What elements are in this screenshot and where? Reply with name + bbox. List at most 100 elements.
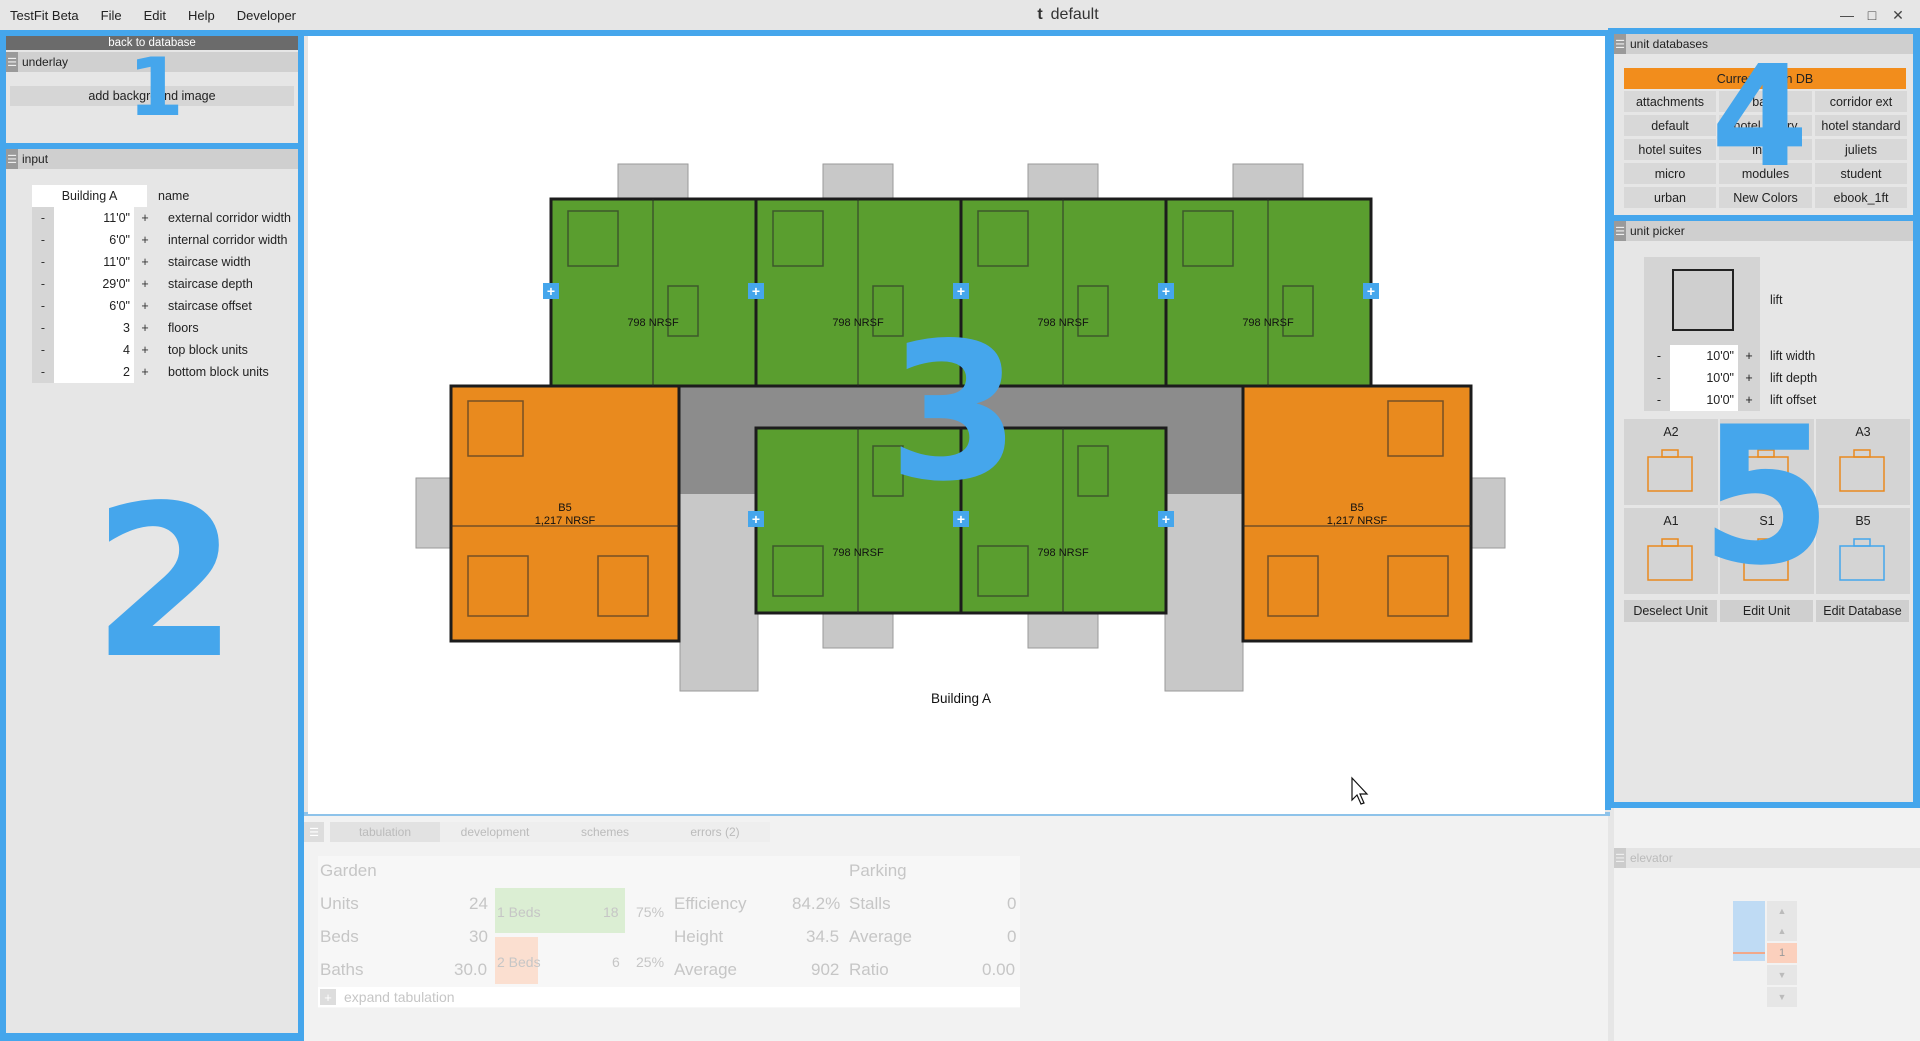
menu-edit[interactable]: Edit	[144, 8, 166, 23]
decrement-button[interactable]: -	[32, 295, 54, 317]
input-row: -11'0" + staircase width	[32, 251, 251, 273]
field-label: staircase depth	[168, 277, 253, 291]
bottom-floor-icon[interactable]: ▼	[1767, 987, 1797, 1007]
decrement-button[interactable]: -	[1648, 371, 1670, 385]
tab-schemes[interactable]: schemes	[550, 822, 660, 842]
unit-picker-title: unit picker	[1630, 224, 1685, 238]
beds-value: 30	[469, 927, 488, 946]
increment-button[interactable]: +	[1738, 349, 1760, 363]
one-bed-percent: 75%	[636, 904, 665, 920]
svg-text:+: +	[752, 283, 760, 299]
value-field[interactable]: 10'0"	[1670, 345, 1738, 367]
svg-text:+: +	[1162, 511, 1170, 527]
menu-developer[interactable]: Developer	[237, 8, 296, 23]
collapse-icon[interactable]: ☰	[1614, 848, 1626, 868]
decrement-button[interactable]: -	[32, 207, 54, 229]
underlay-title: underlay	[22, 55, 69, 69]
db-button[interactable]: urban	[1624, 187, 1716, 208]
overlay-number-2: 2	[92, 460, 239, 705]
elevator-title: elevator	[1630, 851, 1673, 865]
name-input[interactable]: Building A	[32, 185, 147, 207]
decrement-button[interactable]: -	[1648, 393, 1670, 407]
db-button[interactable]: juliets	[1815, 139, 1907, 160]
value-field[interactable]: 29'0"	[54, 273, 134, 295]
menu-file[interactable]: File	[101, 8, 122, 23]
tab-development[interactable]: development	[440, 822, 550, 842]
value-field[interactable]: 3	[54, 317, 134, 339]
lift-row: -10'0" + lift width	[1648, 345, 1815, 367]
collapse-icon[interactable]: ☰	[6, 149, 18, 169]
increment-button[interactable]: +	[134, 339, 156, 361]
garden-heading: Garden	[320, 861, 377, 880]
increment-button[interactable]: +	[134, 251, 156, 273]
svg-text:+: +	[957, 283, 965, 299]
top-floor-icon[interactable]: ▲	[1767, 901, 1797, 921]
close-icon[interactable]: ✕	[1887, 4, 1909, 26]
db-button[interactable]: attachments	[1624, 91, 1716, 112]
two-bed-percent: 25%	[636, 954, 665, 970]
db-button[interactable]: corridor ext	[1815, 91, 1907, 112]
stalls-value: 0	[1007, 894, 1017, 913]
window-title: t default	[298, 0, 1838, 30]
maximize-icon[interactable]: □	[1861, 4, 1883, 26]
value-field[interactable]: 11'0"	[54, 207, 134, 229]
expand-tabulation-label: expand tabulation	[344, 989, 455, 1005]
increment-button[interactable]: +	[134, 273, 156, 295]
decrement-button[interactable]: -	[1648, 349, 1670, 363]
floor-marker	[1733, 952, 1765, 954]
collapse-icon[interactable]: ☰	[1614, 34, 1626, 54]
db-button[interactable]: student	[1815, 163, 1907, 184]
increment-button[interactable]: +	[134, 317, 156, 339]
decrement-button[interactable]: -	[32, 229, 54, 251]
increment-button[interactable]: +	[134, 207, 156, 229]
balcony	[1470, 477, 1506, 549]
tab-tabulation[interactable]: tabulation	[330, 822, 440, 842]
db-button[interactable]: ebook_1ft	[1815, 187, 1907, 208]
elevator-header: ☰ elevator	[1614, 848, 1920, 868]
unit-thumbnail-icon	[1839, 449, 1885, 492]
expand-tabulation-button[interactable]: + expand tabulation	[318, 987, 1020, 1007]
increment-button[interactable]: +	[134, 229, 156, 251]
value-field[interactable]: 11'0"	[54, 251, 134, 273]
db-button[interactable]: micro	[1624, 163, 1716, 184]
minimize-icon[interactable]: —	[1836, 4, 1858, 26]
input-row: -3 + floors	[32, 317, 199, 339]
menu-help[interactable]: Help	[188, 8, 215, 23]
decrement-button[interactable]: -	[32, 339, 54, 361]
db-button[interactable]: hotel suites	[1624, 139, 1716, 160]
decrement-button[interactable]: -	[32, 251, 54, 273]
decrement-button[interactable]: -	[32, 273, 54, 295]
staircase	[679, 490, 759, 692]
increment-button[interactable]: +	[1738, 371, 1760, 385]
decrement-button[interactable]: -	[32, 317, 54, 339]
db-button[interactable]: hotel standard	[1815, 115, 1907, 136]
increment-button[interactable]: +	[134, 295, 156, 317]
value-field[interactable]: 4	[54, 339, 134, 361]
collapse-icon[interactable]: ☰	[6, 52, 18, 72]
balcony	[822, 613, 894, 649]
floor-down-icon[interactable]: ▼	[1767, 965, 1797, 985]
value-field[interactable]: 2	[54, 361, 134, 383]
current-floor[interactable]: 1	[1767, 943, 1797, 963]
unit-picker-header: ☰ unit picker	[1614, 221, 1913, 241]
floor-up-icon[interactable]: ▲	[1767, 921, 1797, 941]
average-value: 902	[811, 960, 840, 979]
svg-text:+: +	[547, 283, 555, 299]
collapse-icon[interactable]: ☰	[1614, 221, 1626, 241]
db-button[interactable]: default	[1624, 115, 1716, 136]
frame-bar	[1913, 28, 1920, 808]
app-logo-icon: t	[1037, 6, 1043, 23]
value-field[interactable]: 6'0"	[54, 295, 134, 317]
decrement-button[interactable]: -	[32, 361, 54, 383]
app-menu[interactable]: TestFit Beta	[10, 8, 79, 23]
input-row: -11'0" + external corridor width	[32, 207, 291, 229]
one-bed-count: 18	[603, 904, 619, 920]
collapse-icon[interactable]: ☰	[304, 822, 324, 842]
increment-button[interactable]: +	[134, 361, 156, 383]
ratio-value: 0.00	[982, 960, 1016, 979]
overlay-number-5: 5	[1700, 386, 1833, 607]
tab-errors[interactable]: errors (2)	[660, 822, 770, 842]
input-row: -6'0" + internal corridor width	[32, 229, 288, 251]
value-field[interactable]: 6'0"	[54, 229, 134, 251]
two-bed-label: 2 Beds	[497, 954, 541, 970]
